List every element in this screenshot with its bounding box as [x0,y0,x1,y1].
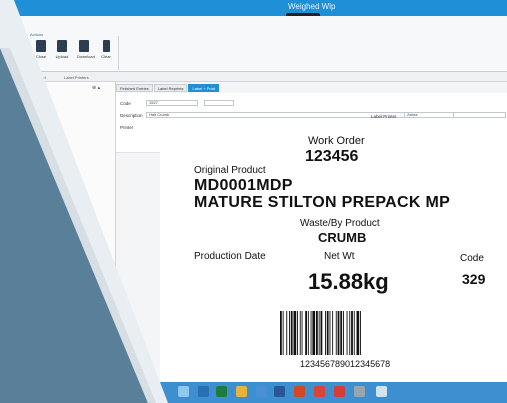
screenshot-stage: Weighed Wlp Actions Close Upload Downloa… [0,0,507,403]
decorative-diagonal-overlay [0,0,168,403]
